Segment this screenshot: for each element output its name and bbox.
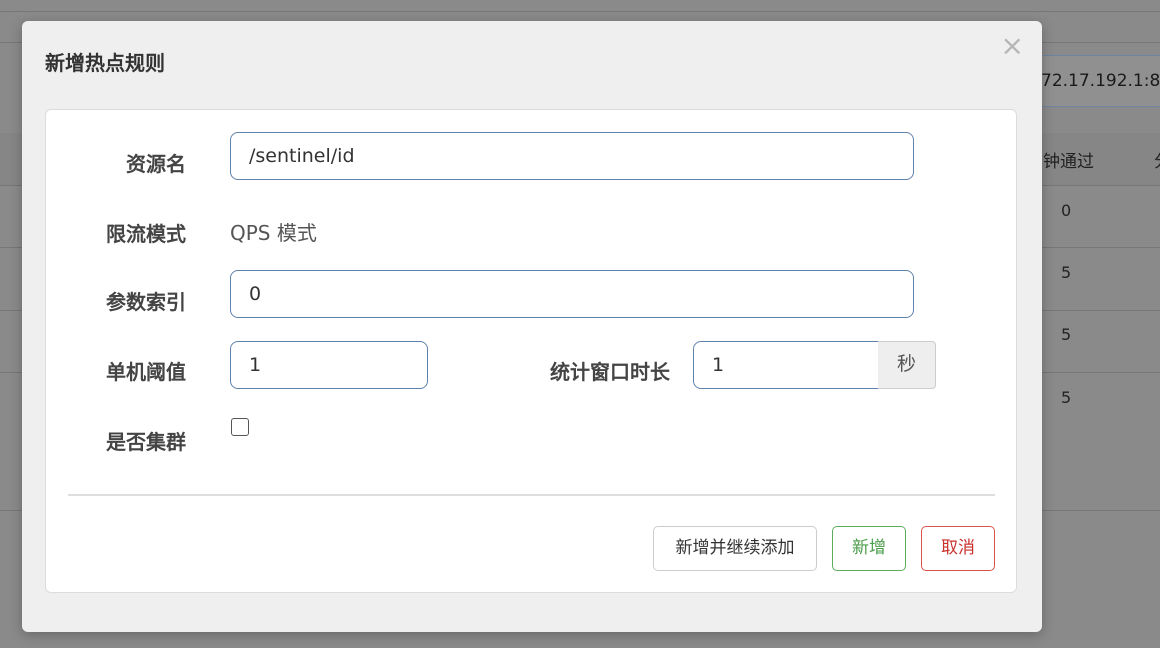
footer-divider xyxy=(68,494,995,496)
stat-window-label: 统计窗口时长 xyxy=(550,360,670,384)
dialog-body: 资源名 限流模式 QPS 模式 参数索引 单机阈值 统计窗口时长 秒 是否集群 … xyxy=(45,109,1017,593)
resource-name-label: 资源名 xyxy=(126,152,186,176)
close-icon[interactable]: × xyxy=(1001,29,1024,62)
threshold-label: 单机阈值 xyxy=(106,360,186,384)
threshold-input[interactable] xyxy=(230,341,428,389)
bg-table-cell: 0 xyxy=(1061,201,1072,220)
stat-window-input[interactable] xyxy=(693,341,879,389)
add-hotspot-rule-dialog: 新增热点规则 × 资源名 限流模式 QPS 模式 参数索引 单机阈值 统计窗口时… xyxy=(22,21,1042,632)
bg-machine-select[interactable]: 72.17.192.1:87 xyxy=(1034,55,1160,107)
bg-table-cell: 5 xyxy=(1061,388,1072,407)
limit-mode-value: QPS 模式 xyxy=(230,221,317,245)
limit-mode-label: 限流模式 xyxy=(106,222,186,246)
bg-table-cell: 5 xyxy=(1061,263,1072,282)
cluster-mode-label: 是否集群 xyxy=(106,430,186,454)
bg-table-cell: 5 xyxy=(1061,325,1072,344)
bg-column-header: 分 xyxy=(1154,147,1160,172)
bg-divider xyxy=(0,11,1160,12)
param-index-input[interactable] xyxy=(230,270,914,318)
resource-name-input[interactable] xyxy=(230,132,914,180)
add-and-continue-button[interactable]: 新增并继续添加 xyxy=(653,526,817,571)
cluster-mode-checkbox[interactable] xyxy=(231,418,249,436)
param-index-label: 参数索引 xyxy=(106,290,186,314)
add-button[interactable]: 新增 xyxy=(832,526,906,571)
seconds-unit-addon: 秒 xyxy=(878,341,936,389)
cancel-button[interactable]: 取消 xyxy=(921,526,995,571)
dialog-title: 新增热点规则 xyxy=(45,51,165,75)
